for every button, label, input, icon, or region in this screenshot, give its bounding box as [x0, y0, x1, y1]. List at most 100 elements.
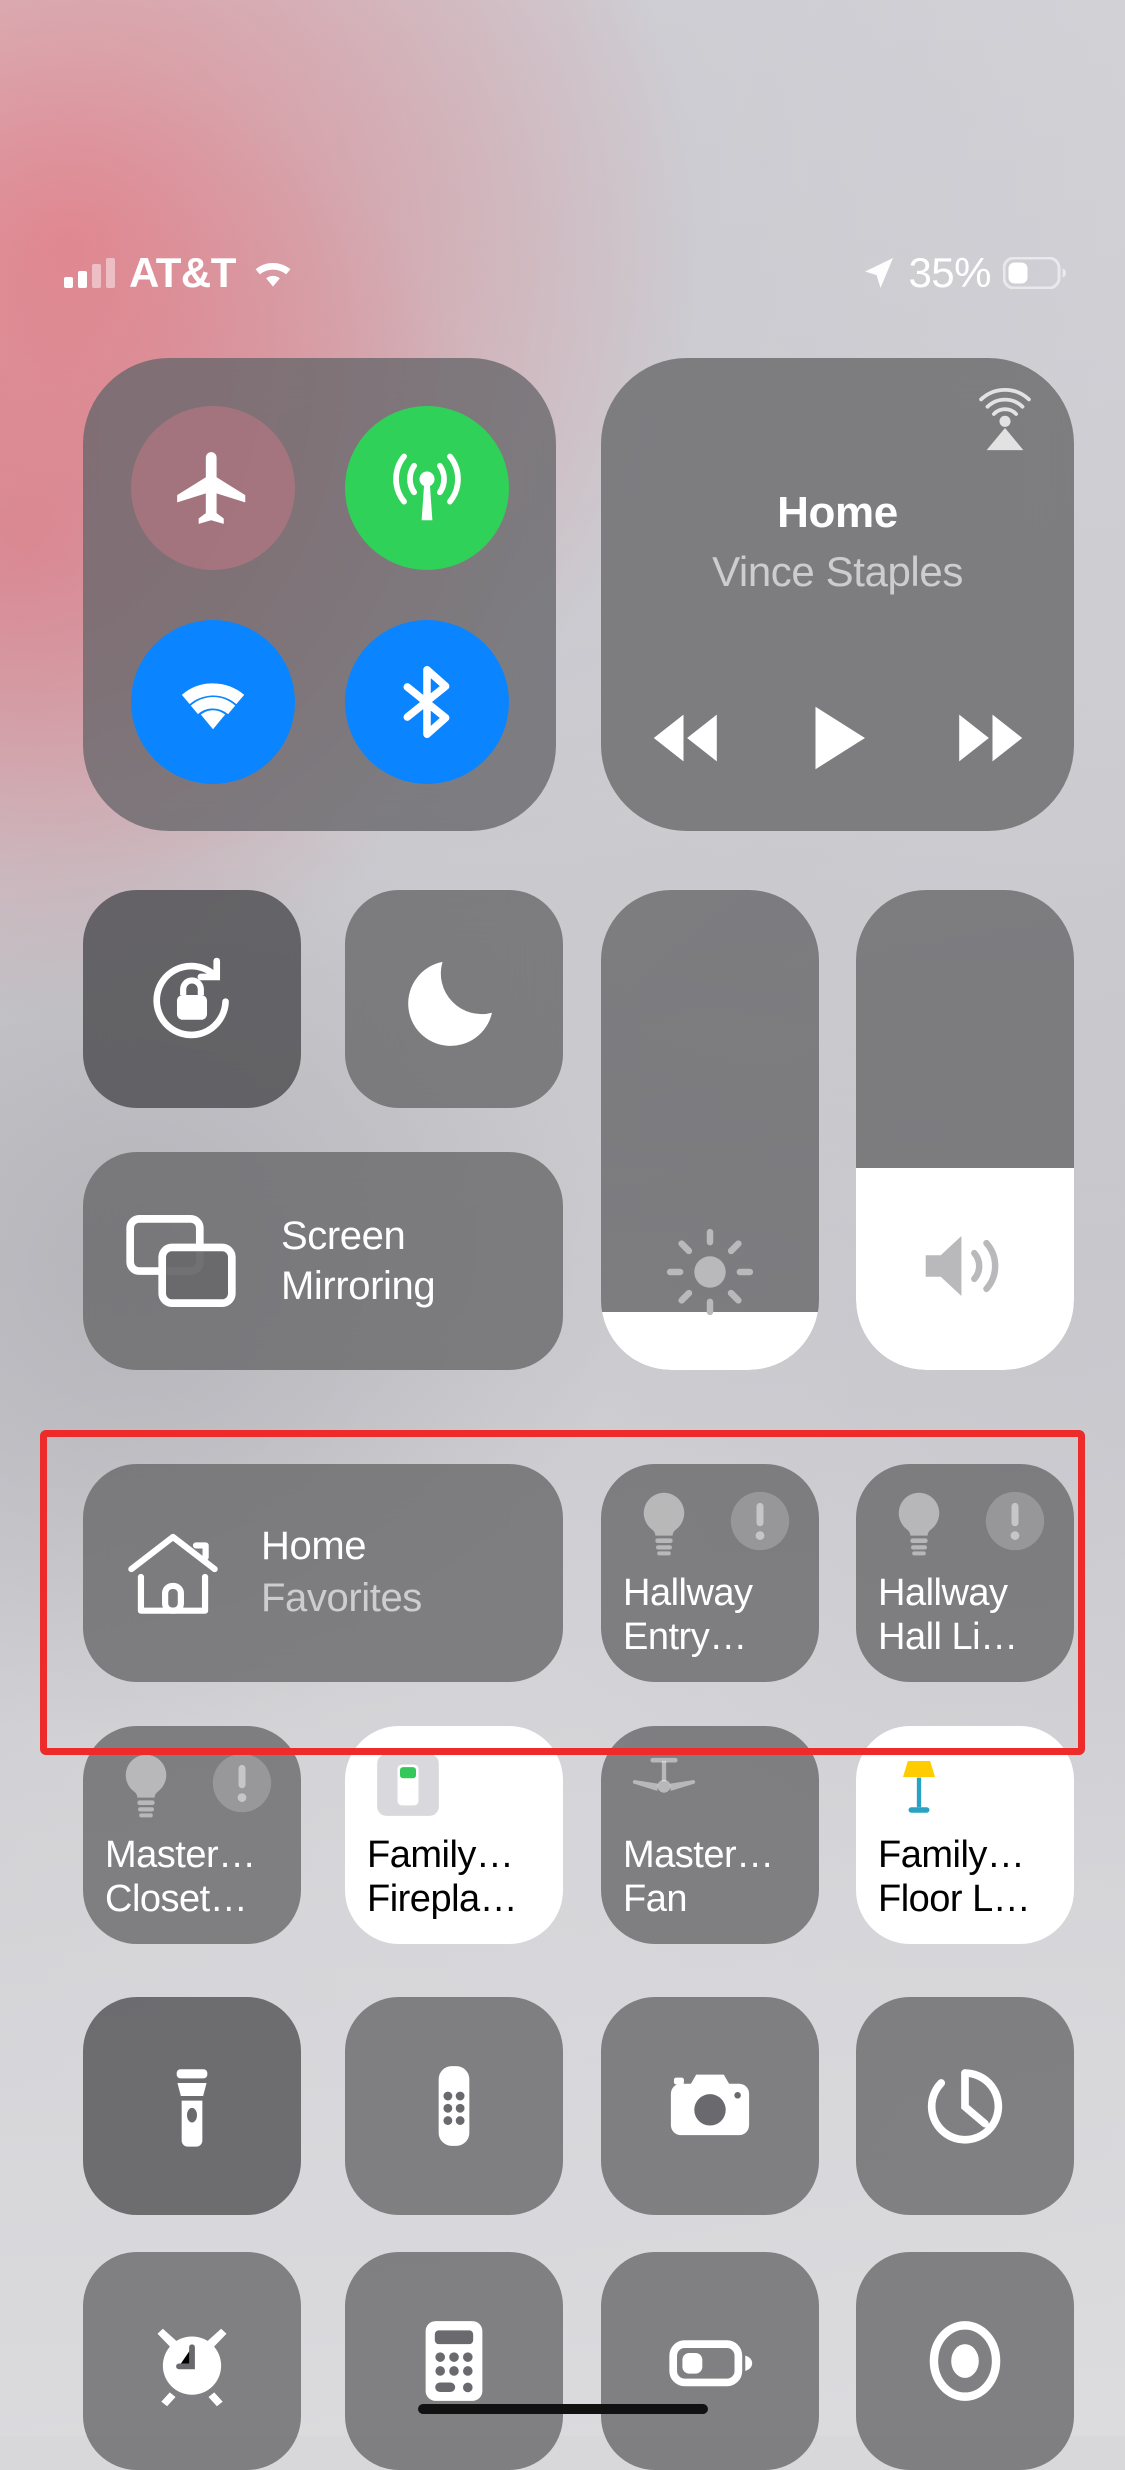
battery-icon [1003, 257, 1066, 289]
calculator-icon [425, 2321, 483, 2401]
rewind-icon [653, 714, 717, 762]
home-favorites-button[interactable]: Home Favorites [83, 1464, 563, 1682]
home-accessory-tile[interactable]: Hallway Entry… [601, 1464, 819, 1682]
camera-icon [670, 2074, 750, 2136]
rewind-button[interactable] [646, 705, 724, 776]
fast-forward-button[interactable] [952, 705, 1030, 776]
battery-percent-label: 35% [908, 249, 991, 296]
screen-mirroring-label: Screen Mirroring [281, 1211, 436, 1311]
flashlight-icon [176, 2069, 208, 2147]
rotation-lock-icon [153, 957, 229, 1039]
apple-tv-remote-icon [438, 2066, 470, 2146]
status-bar-right: 35% [862, 249, 1067, 297]
accessory-room-label: Family… [878, 1834, 1025, 1876]
play-button[interactable] [808, 702, 868, 779]
rotation-lock-button[interactable] [83, 890, 301, 1108]
fast-forward-icon [958, 714, 1022, 762]
lightbulb-icon [125, 1754, 167, 1818]
play-icon [815, 706, 865, 770]
home-accessory-tile[interactable]: Family… Floor L… [856, 1726, 1074, 1944]
home-favorites-title: Home [261, 1524, 367, 1568]
accessory-icon [109, 1748, 183, 1822]
now-playing-artist: Vince Staples [712, 548, 963, 595]
accessory-status-badge [207, 1748, 277, 1818]
bluetooth-button[interactable] [345, 620, 509, 784]
airplane-mode-button[interactable] [131, 406, 295, 570]
accessory-name-label: Entry… [623, 1616, 747, 1658]
cellular-bars-icon [64, 258, 115, 288]
airplay-audio-icon[interactable] [970, 386, 1040, 456]
status-bar: AT&T 35% [0, 243, 1125, 303]
location-arrow-icon [865, 258, 894, 288]
connectivity-module [83, 358, 556, 831]
airplane-icon [177, 452, 246, 524]
home-accessory-tile[interactable]: Master… Fan [601, 1726, 819, 1944]
accessory-room-label: Master… [623, 1834, 774, 1876]
control-center: AT&T 35% Home Vince Staples Screen Mirro… [0, 0, 1125, 2470]
screen-mirroring-icon [126, 1215, 236, 1307]
home-accessory-tile[interactable]: Family… Firepla… [345, 1726, 563, 1944]
accessory-room-label: Family… [367, 1834, 514, 1876]
lightbulb-icon [643, 1492, 685, 1556]
utility-button-screen-record[interactable] [856, 2252, 1074, 2470]
home-accessory-tile[interactable]: Master… Closet… [83, 1726, 301, 1944]
accessory-icon [627, 1486, 701, 1560]
accessory-room-label: Master… [105, 1834, 256, 1876]
house-icon [128, 1533, 218, 1614]
timer-icon [927, 2069, 1003, 2144]
brightness-slider[interactable] [601, 890, 819, 1370]
exclamation-badge-icon [212, 1753, 272, 1813]
accessory-name-label: Firepla… [367, 1878, 518, 1920]
utility-button-low-power-mode[interactable] [601, 2252, 819, 2470]
bluetooth-icon [403, 665, 450, 739]
moon-icon [408, 961, 492, 1046]
accessory-name-label: Floor L… [878, 1878, 1031, 1920]
lightbulb-icon [898, 1492, 940, 1556]
accessory-status-badge [980, 1486, 1050, 1556]
cellular-data-button[interactable] [345, 406, 509, 570]
ceiling-fan-icon [632, 1757, 696, 1793]
utility-button-camera[interactable] [601, 1997, 819, 2215]
accessory-room-label: Hallway [878, 1572, 1008, 1614]
brightness-icon [666, 1228, 754, 1316]
accessory-status-badge [725, 1486, 795, 1556]
screen-mirroring-button[interactable]: Screen Mirroring [83, 1152, 563, 1370]
light-switch-icon [377, 1754, 439, 1816]
utility-button-alarm[interactable] [83, 2252, 301, 2470]
wifi-button[interactable] [131, 620, 295, 784]
now-playing-module[interactable]: Home Vince Staples [601, 358, 1074, 831]
accessory-room-label: Hallway [623, 1572, 753, 1614]
floor-lamp-icon [902, 1760, 936, 1813]
volume-slider[interactable] [856, 890, 1074, 1370]
accessory-name-label: Hall Li… [878, 1616, 1018, 1658]
now-playing-title: Home [777, 488, 898, 537]
status-bar-left: AT&T [64, 252, 296, 294]
screen-mirroring-line1: Screen [281, 1214, 406, 1258]
accessory-icon [627, 1748, 701, 1822]
do-not-disturb-button[interactable] [345, 890, 563, 1108]
accessory-icon [882, 1486, 956, 1560]
now-playing-controls [601, 702, 1074, 779]
cellular-antenna-icon [393, 453, 461, 521]
utility-button-timer[interactable] [856, 1997, 1074, 2215]
home-accessory-tile[interactable]: Hallway Hall Li… [856, 1464, 1074, 1682]
accessory-icon [882, 1748, 956, 1822]
brightness-fill [601, 1312, 819, 1370]
wifi-icon [181, 683, 245, 730]
home-indicator [417, 2404, 708, 2414]
exclamation-badge-icon [985, 1491, 1045, 1551]
screen-mirroring-line2: Mirroring [281, 1264, 436, 1308]
utility-button-apple-tv-remote[interactable] [345, 1997, 563, 2215]
low-power-mode-icon [669, 2340, 753, 2387]
accessory-icon [371, 1748, 445, 1822]
wifi-icon [255, 262, 291, 287]
volume-icon [925, 1236, 999, 1296]
utility-button-calculator[interactable] [345, 2252, 563, 2470]
screen-record-icon [929, 2321, 1001, 2401]
accessory-name-label: Closet… [105, 1878, 248, 1920]
utility-button-flashlight[interactable] [83, 1997, 301, 2215]
accessory-name-label: Fan [623, 1878, 687, 1920]
carrier-label: AT&T [129, 249, 236, 296]
alarm-icon [157, 2328, 227, 2407]
exclamation-badge-icon [730, 1491, 790, 1551]
